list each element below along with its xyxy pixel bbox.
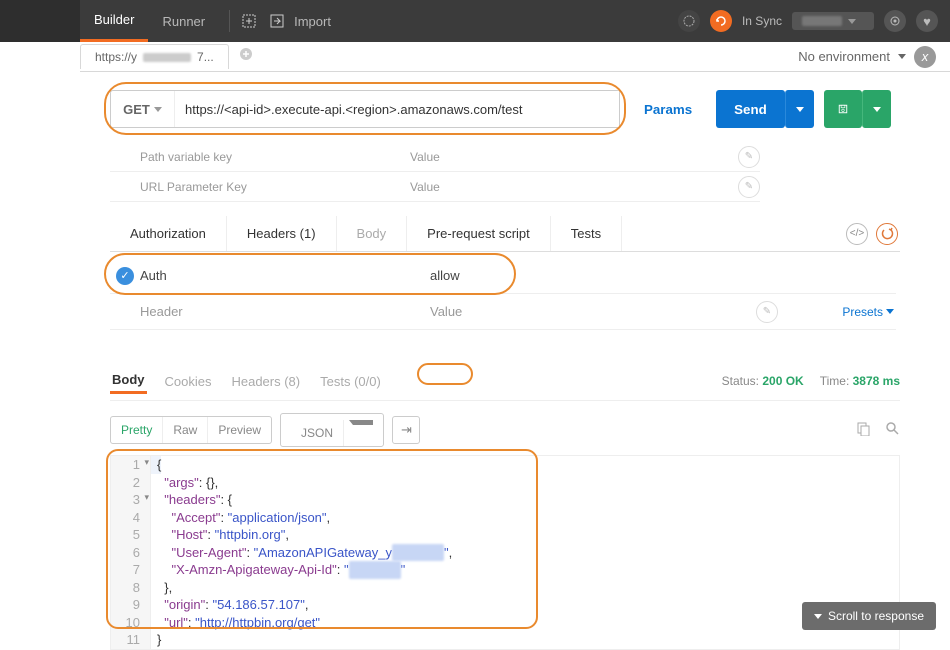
edit-icon[interactable]: ✎ [756, 301, 778, 323]
send-dropdown[interactable] [785, 90, 814, 128]
tab-headers[interactable]: Headers (1) [227, 216, 337, 251]
tab-runner[interactable]: Runner [148, 0, 219, 42]
view-mode-segment: Pretty Raw Preview [110, 416, 272, 444]
new-tab-icon[interactable] [240, 12, 258, 30]
header-enabled-check[interactable]: ✓ [116, 267, 134, 285]
path-var-value[interactable]: Value [410, 150, 710, 164]
interceptor-icon[interactable] [678, 10, 700, 32]
import-label[interactable]: Import [294, 14, 331, 29]
request-tab-1[interactable]: https://y7... [80, 44, 229, 69]
view-preview[interactable]: Preview [208, 417, 271, 443]
url-param-value[interactable]: Value [410, 180, 710, 194]
url-param-key[interactable]: URL Parameter Key [110, 180, 410, 194]
format-select[interactable]: JSON [280, 413, 384, 447]
reset-icon[interactable] [876, 223, 898, 245]
save-dropdown[interactable] [862, 90, 891, 128]
chevron-down-icon [898, 54, 906, 59]
sync-icon[interactable] [710, 10, 732, 32]
copy-icon[interactable] [856, 421, 871, 439]
resp-tab-body[interactable]: Body [110, 368, 147, 394]
tab-prerequest[interactable]: Pre-request script [407, 216, 551, 251]
top-navbar: Builder Runner Import In Sync ♥ [0, 0, 950, 42]
view-raw[interactable]: Raw [163, 417, 208, 443]
resp-tab-cookies[interactable]: Cookies [163, 370, 214, 393]
header-value-new[interactable]: Value [430, 304, 730, 319]
presets-link[interactable]: Presets [842, 305, 896, 319]
header-value-1[interactable]: allow [430, 268, 730, 283]
tab-tests[interactable]: Tests [551, 216, 622, 251]
http-method-select[interactable]: GET [111, 91, 175, 127]
save-button[interactable] [824, 90, 862, 128]
path-var-key[interactable]: Path variable key [110, 150, 410, 164]
header-key-1[interactable]: Auth [140, 268, 430, 283]
tab-builder[interactable]: Builder [80, 0, 148, 42]
code-icon[interactable]: </> [846, 223, 868, 245]
user-menu[interactable] [792, 12, 874, 30]
heart-icon[interactable]: ♥ [916, 10, 938, 32]
env-quicklook-icon[interactable]: x [914, 46, 936, 68]
tab-authorization[interactable]: Authorization [110, 216, 227, 251]
request-tabbar: https://y7... No environment x [0, 42, 950, 72]
url-input[interactable] [175, 91, 619, 127]
save-icon [838, 101, 848, 117]
sync-label: In Sync [742, 14, 782, 28]
wrap-icon[interactable]: ⇥ [392, 416, 420, 444]
send-button[interactable]: Send [716, 90, 785, 128]
resp-tab-tests[interactable]: Tests (0/0) [318, 370, 383, 393]
settings-icon[interactable] [884, 10, 906, 32]
view-pretty[interactable]: Pretty [111, 417, 163, 443]
edit-icon[interactable]: ✎ [738, 146, 760, 168]
params-button[interactable]: Params [630, 90, 706, 128]
header-key-new[interactable]: Header [140, 304, 430, 319]
scroll-to-response-button[interactable]: Scroll to response [802, 602, 936, 630]
add-request-tab[interactable] [239, 47, 253, 66]
import-icon[interactable] [268, 12, 286, 30]
search-icon[interactable] [885, 421, 900, 439]
environment-select[interactable]: No environment [798, 49, 890, 64]
resp-tab-headers[interactable]: Headers (8) [229, 370, 302, 393]
time-value: 3878 ms [853, 374, 900, 388]
response-body[interactable]: 1▾{ 2 "args": {}, 3▾ "headers": { 4 "Acc… [110, 455, 900, 650]
status-value: 200 OK [762, 374, 803, 388]
edit-icon[interactable]: ✎ [738, 176, 760, 198]
tab-body[interactable]: Body [337, 216, 408, 251]
